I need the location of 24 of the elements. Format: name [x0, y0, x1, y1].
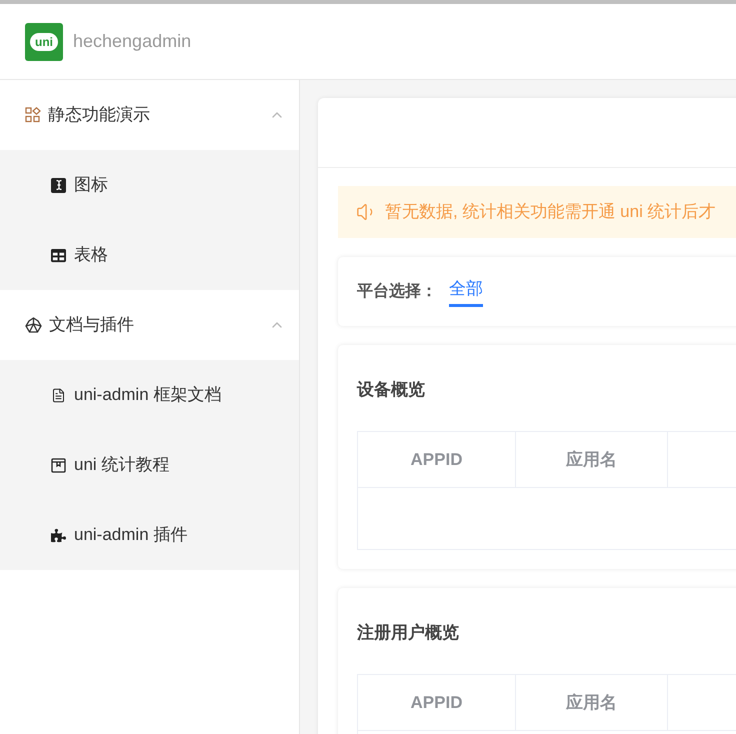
section-title: 注册用户概览 — [357, 622, 460, 644]
column-header: APPID — [358, 432, 516, 487]
document-icon — [51, 388, 66, 402]
menu-item[interactable]: 表格 — [0, 220, 299, 290]
platform-tab[interactable]: 全部 — [449, 276, 483, 307]
book-icon — [51, 458, 66, 472]
shapes-icon — [25, 107, 41, 123]
menu-item[interactable]: uni-admin 框架文档 — [0, 360, 299, 430]
menu-item[interactable]: 图标 — [0, 150, 299, 220]
menu-item[interactable]: uni-admin 插件 — [0, 500, 299, 570]
puzzle-icon — [51, 528, 66, 542]
logo: uni — [25, 22, 63, 60]
text-cursor-icon — [51, 178, 66, 192]
menu-group[interactable]: 文档与插件 — [0, 290, 299, 360]
section-title: 设备概览 — [357, 379, 426, 401]
column-header: 应用名 — [516, 675, 668, 730]
platform-label: 平台选择： — [357, 282, 437, 302]
menu-group[interactable]: 静态功能演示 — [0, 80, 299, 150]
table-icon — [51, 248, 66, 262]
column-header: APPID — [358, 675, 516, 730]
column-header: 应用名 — [516, 432, 668, 487]
notice-text: 暂无数据, 统计相关功能需开通 uni 统计后才 — [385, 201, 716, 224]
menu-item[interactable]: uni 统计教程 — [0, 430, 299, 500]
app-name: hechengadmin — [73, 30, 192, 53]
